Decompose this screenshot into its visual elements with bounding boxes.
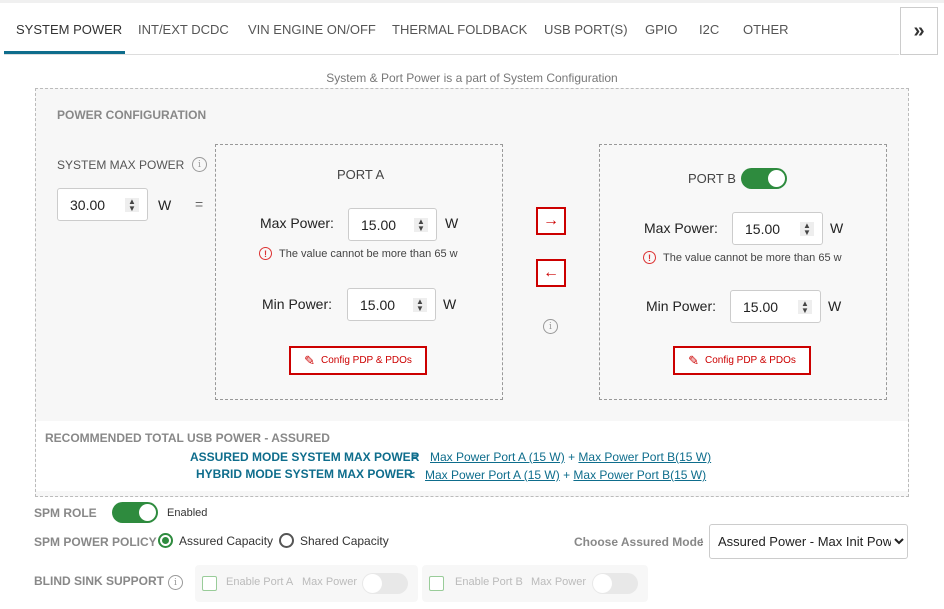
error-icon: ! — [259, 247, 272, 260]
spinner-icon[interactable]: ▲ ▼ — [800, 222, 814, 237]
pencil-icon: ✎ — [688, 352, 699, 368]
port-b-title: PORT B — [688, 171, 736, 186]
info-icon[interactable]: i — [168, 575, 183, 590]
port-b-max-power-link[interactable]: Max Power Port B(15 W) — [578, 450, 711, 464]
port-b-max-power-link[interactable]: Max Power Port B(15 W) — [573, 468, 706, 482]
arrow-left-button[interactable]: ← — [536, 259, 566, 287]
spinner-icon[interactable]: ▲ ▼ — [798, 300, 812, 315]
hybrid-mode-label: HYBRID MODE SYSTEM MAX POWER — [196, 467, 413, 481]
port-a-error: ! The value cannot be more than 65 w — [259, 247, 458, 260]
spinner-icon[interactable]: ▲ ▼ — [125, 198, 139, 213]
port-a-config-pdp-button[interactable]: ✎ Config PDP & PDOs — [289, 346, 427, 375]
max-power-label: Max Power: — [644, 220, 718, 236]
tab-gpio[interactable]: GPIO — [645, 22, 678, 37]
enable-port-a-checkbox[interactable] — [202, 576, 217, 591]
unit-label: W — [158, 197, 172, 213]
max-power-label: Max Power — [302, 576, 358, 588]
port-b-error: ! The value cannot be more than 65 w — [643, 251, 842, 264]
more-tabs-button[interactable]: » — [900, 7, 938, 55]
max-power-label: Max Power — [531, 576, 587, 588]
tab-system-power[interactable]: SYSTEM POWER — [16, 22, 122, 37]
arrow-right-button[interactable]: → — [536, 207, 566, 235]
assured-capacity-label[interactable]: Assured Capacity — [179, 534, 273, 548]
recommended-title: RECOMMENDED TOTAL USB POWER - ASSURED — [45, 431, 330, 445]
spinner-icon[interactable]: ▲ ▼ — [413, 298, 427, 313]
unit-label: W — [830, 220, 844, 236]
assured-formula: Max Power Port A (15 W) + Max Power Port… — [430, 450, 712, 464]
tab-usb-ports[interactable]: USB PORT(S) — [544, 22, 628, 37]
tab-vin-engine[interactable]: VIN ENGINE ON/OFF — [248, 22, 376, 37]
section-title: POWER CONFIGURATION — [57, 108, 207, 122]
max-power-label: Max Power: — [260, 215, 334, 231]
active-tab-indicator — [4, 51, 125, 54]
unit-label: W — [445, 215, 459, 231]
assured-mode-label: ASSURED MODE SYSTEM MAX POWER — [190, 450, 420, 464]
system-max-power-label: SYSTEM MAX POWER — [57, 158, 185, 172]
port-a-max-power-toggle[interactable] — [362, 573, 408, 594]
blind-sink-port-a: Enable Port A Max Power — [195, 565, 418, 602]
unit-label: W — [443, 296, 457, 312]
blind-sink-port-b: Enable Port B Max Power — [422, 565, 648, 602]
subtitle: System & Port Power is a part of System … — [326, 71, 618, 85]
shared-capacity-radio[interactable] — [279, 533, 294, 548]
shared-capacity-label[interactable]: Shared Capacity — [300, 534, 389, 548]
enable-port-a-label: Enable Port A — [226, 576, 294, 588]
port-b-min-power-input[interactable]: 15.00 ▲ ▼ — [730, 290, 821, 323]
port-a-title: PORT A — [337, 167, 385, 182]
colon: : — [700, 534, 704, 548]
port-b-max-power-toggle[interactable] — [592, 573, 638, 594]
spm-role-toggle[interactable] — [112, 502, 158, 523]
enable-port-b-label: Enable Port B — [455, 576, 523, 588]
assured-mode-select[interactable]: Assured Power - Max Init Power — [709, 524, 908, 559]
system-max-power-input[interactable]: 30.00 ▲ ▼ — [57, 188, 148, 221]
tab-i2c[interactable]: I2C — [699, 22, 719, 37]
assured-mode-select-label: Choose Assured Mode — [574, 535, 704, 549]
port-a-max-power-link[interactable]: Max Power Port A (15 W) — [430, 450, 565, 464]
port-b-toggle[interactable] — [741, 168, 787, 189]
port-a-min-power-input[interactable]: 15.00 ▲ ▼ — [347, 288, 436, 321]
tab-int-ext-dcdc[interactable]: INT/EXT DCDC — [138, 22, 229, 37]
spm-role-label: SPM ROLE — [34, 506, 97, 520]
port-a-max-power-link[interactable]: Max Power Port A (15 W) — [425, 468, 560, 482]
pencil-icon: ✎ — [304, 352, 315, 368]
port-b-max-power-input[interactable]: 15.00 ▲ ▼ — [732, 212, 823, 245]
spm-policy-label: SPM POWER POLICY — [34, 535, 157, 549]
operator: < — [408, 468, 416, 482]
min-power-label: Min Power: — [646, 298, 717, 314]
enable-port-b-checkbox[interactable] — [429, 576, 444, 591]
tab-other[interactable]: OTHER — [743, 22, 789, 37]
port-a-max-power-input[interactable]: 15.00 ▲ ▼ — [348, 208, 437, 241]
spm-role-state: Enabled — [167, 507, 208, 519]
min-power-label: Min Power: — [262, 296, 333, 312]
operator: = — [411, 450, 419, 464]
info-icon[interactable]: i — [192, 157, 207, 172]
assured-capacity-radio[interactable] — [158, 533, 173, 548]
spinner-icon[interactable]: ▲ ▼ — [414, 218, 428, 233]
info-icon[interactable]: i — [543, 319, 558, 334]
tab-bar: SYSTEM POWER INT/EXT DCDC VIN ENGINE ON/… — [4, 3, 899, 55]
unit-label: W — [828, 298, 842, 314]
blind-sink-label: BLIND SINK SUPPORT — [34, 574, 165, 588]
hybrid-formula: Max Power Port A (15 W) + Max Power Port… — [425, 468, 707, 482]
equals-sign: = — [195, 196, 204, 212]
error-icon: ! — [643, 251, 656, 264]
tab-thermal-foldback[interactable]: THERMAL FOLDBACK — [392, 22, 527, 37]
port-b-config-pdp-button[interactable]: ✎ Config PDP & PDOs — [673, 346, 811, 375]
